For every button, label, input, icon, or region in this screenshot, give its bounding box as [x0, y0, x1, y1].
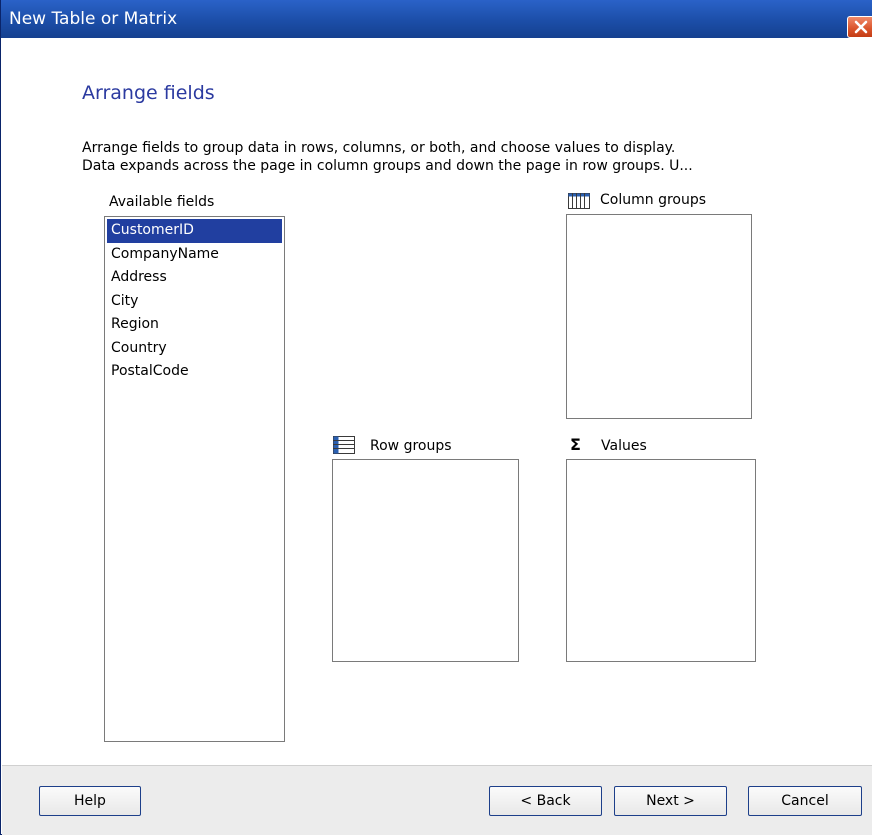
- field-item[interactable]: Address: [107, 266, 282, 290]
- sigma-icon: Σ: [570, 435, 581, 454]
- row-groups-icon: [333, 436, 355, 454]
- description-line-1: Arrange fields to group data in rows, co…: [82, 140, 676, 156]
- values-dropzone[interactable]: [566, 459, 756, 662]
- help-button[interactable]: Help: [39, 786, 141, 816]
- column-groups-label: Column groups: [600, 192, 707, 208]
- cancel-button[interactable]: Cancel: [748, 786, 862, 816]
- close-button[interactable]: [847, 16, 872, 38]
- dialog-footer: Help < Back Next > Cancel: [2, 765, 872, 835]
- next-button[interactable]: Next >: [614, 786, 727, 816]
- field-item[interactable]: Country: [107, 337, 282, 361]
- close-icon: [854, 20, 868, 34]
- description-line-2: Data expands across the page in column g…: [82, 158, 693, 174]
- field-item[interactable]: CustomerID: [107, 219, 282, 243]
- field-item[interactable]: CompanyName: [107, 243, 282, 267]
- field-item[interactable]: Region: [107, 313, 282, 337]
- row-groups-dropzone[interactable]: [332, 459, 519, 662]
- title-bar[interactable]: New Table or Matrix: [1, 0, 872, 38]
- page-heading: Arrange fields: [82, 82, 215, 104]
- column-groups-icon: [568, 193, 590, 209]
- field-item[interactable]: PostalCode: [107, 360, 282, 384]
- back-button[interactable]: < Back: [489, 786, 602, 816]
- values-label: Values: [601, 438, 647, 454]
- window-title: New Table or Matrix: [9, 9, 178, 29]
- row-groups-label: Row groups: [370, 438, 452, 454]
- available-fields-label: Available fields: [109, 194, 215, 210]
- available-fields-list[interactable]: CustomerID CompanyName Address City Region Co…: [104, 216, 285, 742]
- column-groups-dropzone[interactable]: [566, 214, 752, 419]
- field-item[interactable]: City: [107, 290, 282, 314]
- fields-listbox[interactable]: CustomerID CompanyName Address City Region Co…: [105, 217, 284, 386]
- dialog-window: New Table or Matrix Arrange fields Arran…: [0, 0, 872, 835]
- dialog-content: Arrange fields Arrange fields to group d…: [2, 38, 872, 765]
- page-description: Arrange fields to group data in rows, co…: [82, 139, 862, 175]
